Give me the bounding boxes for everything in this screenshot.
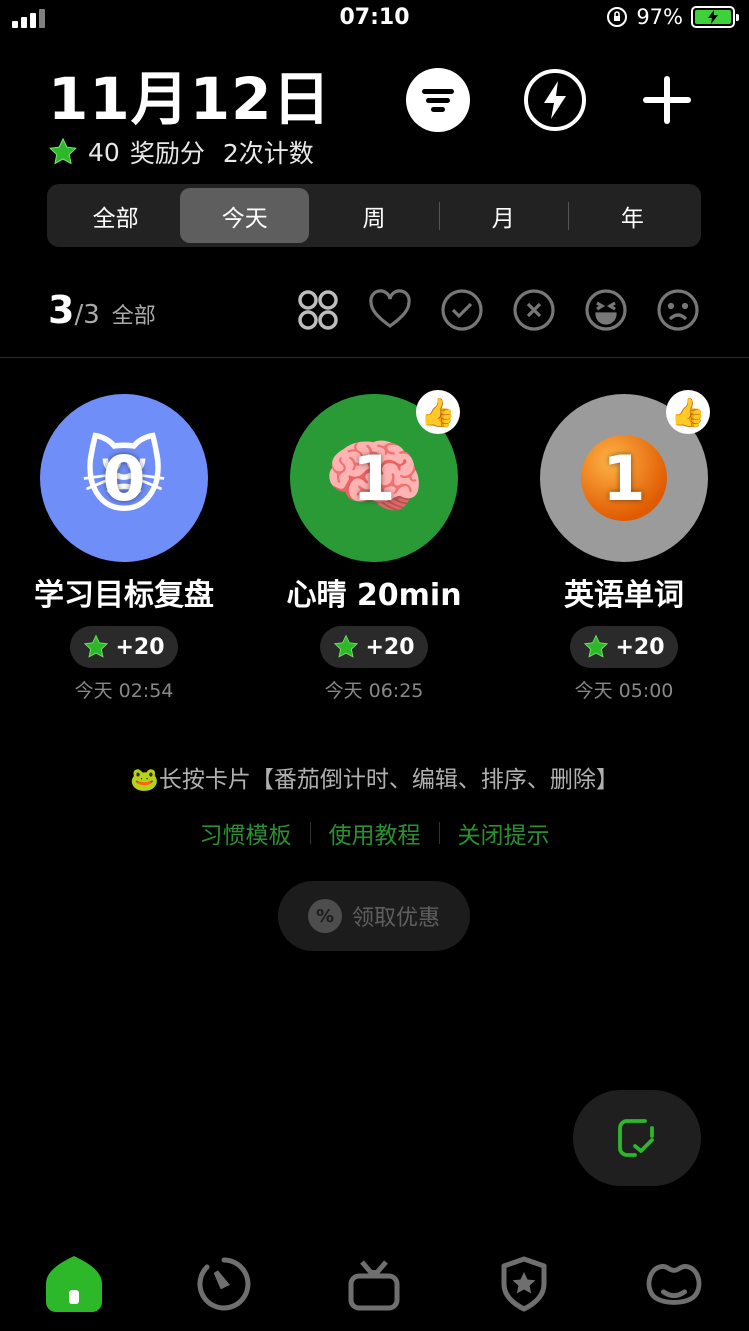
filter-liked-button[interactable] [368,288,412,332]
filter-label: 全部 [111,304,156,329]
shield-star-icon [501,1256,547,1312]
habit-count: 1 [602,441,646,515]
nav-profile[interactable] [642,1252,706,1316]
habit-card[interactable]: 😿 0 学习目标复盘 +20 今天 02:54 [14,394,234,703]
completion-count: 3 /3 全部 [48,288,156,332]
habit-template-link[interactable]: 习惯模板 [200,816,292,850]
close-tip-link[interactable]: 关闭提示 [458,816,550,850]
reward-value: +20 [115,634,165,660]
reward-badge: +20 [70,626,178,668]
tab-today[interactable]: 今天 [180,188,310,243]
status-filters [296,288,700,332]
reward-value: +20 [365,634,415,660]
claim-discount-button[interactable]: % 领取优惠 [278,881,470,951]
add-habit-button[interactable] [635,68,699,132]
gift-icon [348,1260,400,1311]
habit-circle[interactable]: 🧠 1 👍 [290,390,460,562]
all-grid-icon [298,290,338,330]
filter-sad-button[interactable] [656,288,700,332]
orientation-lock-icon [607,7,628,27]
habit-name: 心晴 20min [286,578,462,613]
done-count: 3 [48,288,75,332]
home-icon [46,1256,102,1312]
period-tabs: 全部 今天 周 月 年 [47,184,701,247]
habit-count: 0 [102,441,146,515]
habit-time: 今天 06:25 [324,680,424,702]
long-press-tip: 🐸长按卡片【番茄倒计时、编辑、排序、删除】 [0,760,749,794]
link-separator [438,822,440,844]
nav-home[interactable] [42,1252,106,1316]
frog-icon: 🐸 [130,767,159,793]
checkin-fab-button[interactable] [573,1090,701,1186]
plus-icon [643,76,691,124]
points-summary: 40 奖励分 2次计数 [48,134,314,170]
x-circle-icon [513,289,555,331]
tab-month[interactable]: 月 [438,188,568,243]
tutorial-link[interactable]: 使用教程 [329,816,421,850]
star-icon [334,634,359,658]
divider [0,357,749,358]
lightning-icon [524,69,586,131]
habit-time: 今天 02:54 [74,680,174,702]
link-separator [309,822,311,844]
checkbox-icon [618,1119,654,1157]
total-count: /3 [74,300,100,330]
thumbs-up-icon[interactable]: 👍 [416,390,460,434]
habit-name: 英语单词 [564,578,684,613]
habit-card[interactable]: 🧠 1 👍 心晴 20min +20 今天 06:25 [264,390,484,703]
habit-circle[interactable]: 😿 0 [40,394,208,562]
habit-name: 学习目标复盘 [34,578,214,613]
points-label: 奖励分 [129,139,205,168]
claim-discount-label: 领取优惠 [351,906,440,931]
frog-face-icon [646,1264,702,1305]
star-icon [584,634,609,658]
filter-happy-button[interactable] [584,288,628,332]
nav-rewards[interactable] [342,1252,406,1316]
habit-card[interactable]: 1 👍 英语单词 +20 今天 05:00 [514,390,734,703]
habit-circle[interactable]: 1 👍 [540,390,710,562]
habit-time: 今天 05:00 [574,680,674,702]
timer-dial-icon [197,1257,251,1311]
tab-week[interactable]: 周 [309,188,438,243]
tab-all[interactable]: 全部 [51,188,180,243]
tab-year[interactable]: 年 [567,188,697,243]
nav-timer[interactable] [192,1252,256,1316]
habit-count: 1 [352,441,396,515]
page-date: 11月12日 [48,65,332,133]
star-icon [49,137,77,165]
status-bar: 07:10 97% [0,0,749,40]
battery-percent: 97% [636,5,683,29]
points-value: 40 [88,137,120,167]
reward-badge: +20 [320,626,428,668]
filter-icon [406,68,470,132]
tip-links: 习惯模板 使用教程 关闭提示 [0,816,749,850]
filter-failed-button[interactable] [512,288,556,332]
laugh-face-icon [585,289,627,331]
sad-face-icon [657,289,699,331]
bottom-nav [0,1252,749,1322]
reward-value: +20 [615,634,665,660]
battery-icon [691,6,739,28]
sort-filter-button[interactable] [406,68,470,132]
nav-achievements[interactable] [492,1252,556,1316]
filter-done-button[interactable] [440,288,484,332]
check-circle-icon [441,289,483,331]
reward-badge: +20 [570,626,678,668]
heart-icon [369,289,411,328]
quick-action-button[interactable] [523,68,587,132]
discount-icon: % [307,899,342,933]
thumbs-up-icon[interactable]: 👍 [666,390,710,434]
tip-text: 长按卡片【番茄倒计时、编辑、排序、删除】 [158,767,619,793]
count-text: 2次计数 [222,139,314,168]
star-icon [84,634,109,658]
filter-all-button[interactable] [296,288,340,332]
